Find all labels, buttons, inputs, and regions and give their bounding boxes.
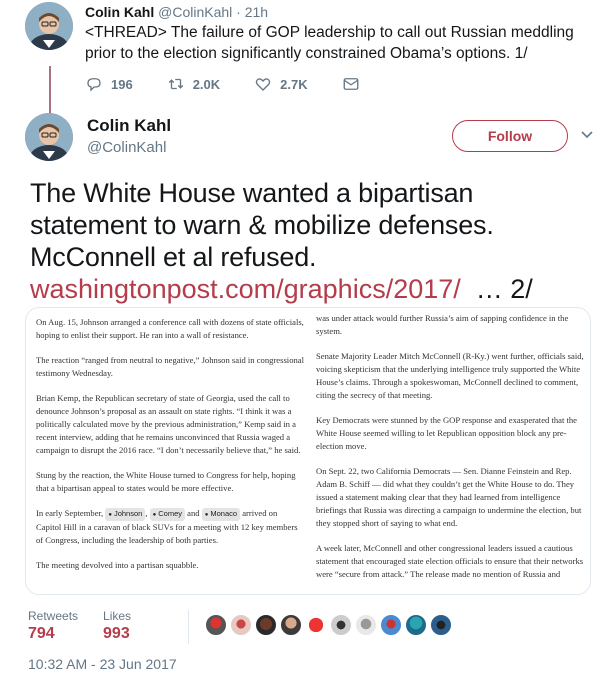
likes-stat[interactable]: Likes 993 [103,609,131,643]
article-paragraph: Stung by the reaction, the White House t… [36,470,296,493]
liker-avatar[interactable] [255,614,277,636]
direct-message-icon [343,78,359,90]
text-span: and [185,508,202,518]
article-image[interactable]: On Aug. 15, Johnson arranged a conferenc… [25,307,591,595]
retweet-count: 2.0K [192,76,221,92]
article-paragraph: Senate Majority Leader Mitch McConnell (… [316,351,584,400]
article-paragraph: In early September, Johnson, Comey and M… [36,507,304,547]
retweets-label: Retweets [28,609,79,623]
tweet1-header: Colin Kahl @ColinKahl · 21h [85,4,268,20]
article-column-left: On Aug. 15, Johnson arranged a conferenc… [36,316,304,584]
avatar[interactable] [25,2,73,50]
reply-count: 196 [111,76,133,92]
divider [188,610,189,644]
article-link[interactable]: washingtonpost.com/graphics/2017/ [30,274,461,304]
thread-number: … 2/ [460,274,533,304]
direct-message-button[interactable] [342,75,368,93]
avatar[interactable] [25,113,73,161]
tweet2-text: The White House wanted a bipartisan stat… [30,178,494,272]
tweet1-actions: 196 2.0K 2.7K [85,75,402,93]
article-paragraph: On Aug. 15, Johnson arranged a conferenc… [36,317,304,340]
article-paragraph: was under attack would further Russia’s … [316,313,569,336]
author-handle[interactable]: @ColinKahl [87,139,166,156]
likes-value: 993 [103,625,130,642]
author-name[interactable]: Colin Kahl [87,116,171,136]
text-span: , [145,508,150,518]
liker-avatar[interactable] [380,614,402,636]
name-tag: Comey [149,508,186,521]
tweet2-link-line: washingtonpost.com/graphics/2017/ … 2/ [30,273,533,305]
name-tag: Monaco [201,508,241,521]
tweet-time[interactable]: 21h [245,4,268,20]
article-paragraph: The reaction “ranged from neutral to neg… [36,355,304,378]
tweet-stats: Retweets 794 Likes 993 [28,609,156,643]
like-button[interactable]: 2.7K [254,75,308,93]
liker-avatar[interactable] [280,614,302,636]
retweet-icon [168,78,183,90]
liker-avatar[interactable] [305,614,327,636]
likes-label: Likes [103,609,132,623]
chevron-down-icon[interactable] [580,128,594,142]
like-count: 2.7K [280,76,308,92]
article-paragraph: Brian Kemp, the Republican secretary of … [36,393,301,455]
liker-avatar[interactable] [355,614,377,636]
liker-avatar[interactable] [430,614,452,636]
name-tag: Johnson [105,508,146,521]
text-span: In early September, [36,508,106,518]
liker-avatar[interactable] [330,614,352,636]
article-paragraph: On Sept. 22, two California Democrats — … [316,466,582,528]
liker-avatars [205,614,455,636]
retweets-stat[interactable]: Retweets 794 [28,609,78,643]
liker-avatar[interactable] [230,614,252,636]
article-paragraph: A week later, McConnell and other congre… [316,543,584,579]
separator-dot: · [236,4,241,20]
retweets-value: 794 [28,625,55,642]
reply-icon [87,78,101,92]
article-paragraph: The meeting devolved into a partisan squ… [36,560,199,570]
author-handle[interactable]: @ColinKahl [158,4,232,20]
tweet1-text: <THREAD> The failure of GOP leadership t… [85,24,574,62]
tweet-timestamp[interactable]: 10:32 AM - 23 Jun 2017 [28,656,177,672]
follow-button[interactable]: Follow [452,120,568,152]
like-icon [255,78,271,91]
liker-avatar[interactable] [405,614,427,636]
reply-button[interactable]: 196 [85,75,133,93]
thread-connector-line [49,66,51,116]
article-column-right: was under attack would further Russia’s … [316,312,584,593]
retweet-button[interactable]: 2.0K [167,75,220,93]
liker-avatar[interactable] [205,614,227,636]
author-name[interactable]: Colin Kahl [85,4,154,20]
article-paragraph: Key Democrats were stunned by the GOP re… [316,415,577,451]
